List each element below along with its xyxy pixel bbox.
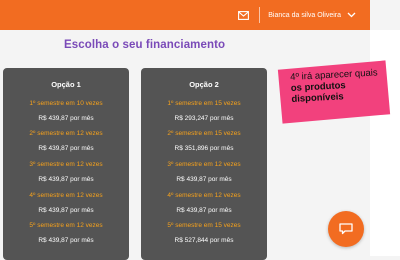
header-divider (259, 7, 261, 23)
chevron-down-icon[interactable] (347, 12, 356, 18)
semester-line: 3º semestre em 12 vezes (29, 161, 103, 168)
price-line: R$ 293,247 por mês (174, 115, 234, 122)
chat-button[interactable] (328, 211, 364, 247)
option-card-2[interactable]: Opção 2 1º semestre em 15 vezes R$ 293,2… (141, 68, 267, 260)
semester-line: 1º semestre em 10 vezes (29, 100, 103, 107)
semester-line: 3º semestre em 12 vezes (167, 161, 241, 168)
semester-line: 4º semestre em 12 vezes (29, 192, 103, 199)
semester-line: 5º semestre em 12 vezes (29, 222, 103, 229)
mail-icon[interactable] (238, 10, 250, 20)
semester-line: 2º semestre em 12 vezes (29, 130, 103, 137)
semester-line: 5º semestre em 15 vezes (167, 222, 241, 229)
page-title: Escolha o seu financiamento (64, 39, 226, 51)
user-name[interactable]: Bianca da silva Oliveira (268, 12, 341, 19)
price-line: R$ 351,896 por mês (174, 145, 234, 152)
option-card-1[interactable]: Opção 1 1º semestre em 10 vezes R$ 439,8… (3, 68, 129, 260)
annotation-text: 4º irá aparecer quais os produtos dispon… (290, 67, 392, 105)
annotation-bold: os produtos disponíveis (290, 80, 346, 105)
option-title: Opção 2 (189, 80, 219, 89)
price-line: R$ 439,87 por mês (38, 207, 94, 214)
top-bar: Bianca da silva Oliveira (0, 0, 370, 30)
price-line: R$ 439,87 por mês (176, 176, 232, 183)
price-line: R$ 439,87 por mês (38, 145, 94, 152)
semester-line: 4º semestre em 12 vezes (167, 192, 241, 199)
option-title: Opção 1 (51, 80, 81, 89)
user-area: Bianca da silva Oliveira (238, 0, 356, 30)
semester-line: 2º semestre em 15 vezes (167, 130, 241, 137)
price-line: R$ 527,844 por mês (174, 237, 234, 244)
price-line: R$ 439,87 por mês (176, 207, 232, 214)
price-line: R$ 439,87 por mês (38, 176, 94, 183)
price-line: R$ 439,87 por mês (38, 115, 94, 122)
semester-line: 1º semestre em 15 vezes (167, 100, 241, 107)
price-line: R$ 439,87 por mês (38, 237, 94, 244)
chat-icon (339, 223, 353, 235)
